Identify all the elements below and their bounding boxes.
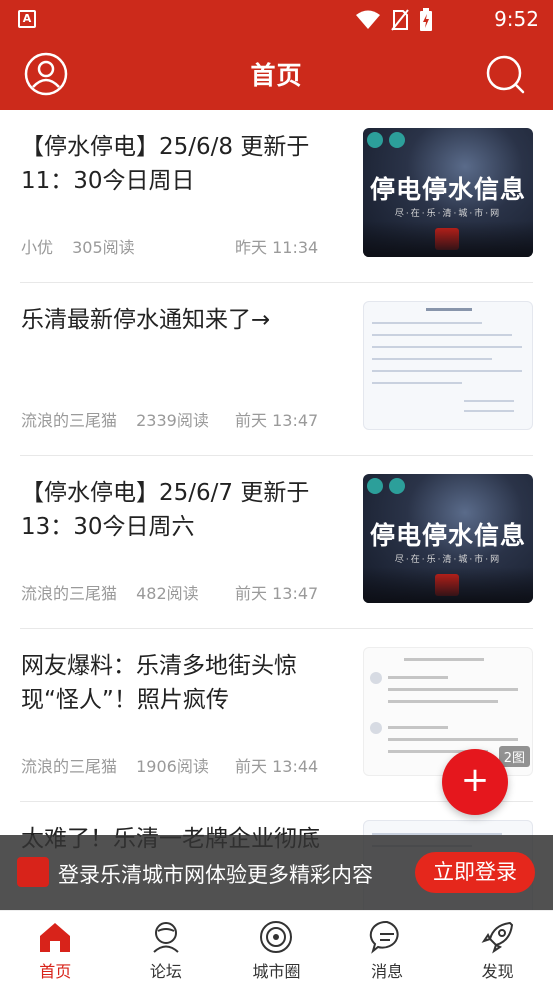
- status-icons: [355, 8, 433, 32]
- document-line: [372, 370, 522, 372]
- document-line: [372, 346, 522, 348]
- tab-city-circle[interactable]: 城市圈: [221, 911, 332, 983]
- page-title: 首页: [250, 61, 303, 90]
- city-circle-icon: [260, 921, 293, 953]
- bottom-tab-bar: 首页 论坛 城市圈 消息 发现: [0, 910, 553, 983]
- article-time: 前天 13:44: [235, 757, 319, 776]
- article-thumbnail: 停电停水信息 尽·在·乐·清·城·市·网: [363, 128, 533, 257]
- list-item[interactable]: 【停水停电】25/6/7 更新于13：30今日周六 流浪的三尾猫 482阅读 前…: [0, 456, 553, 629]
- chat-avatar: [370, 672, 382, 684]
- home-icon: [40, 923, 71, 952]
- tab-label: 消息: [371, 962, 404, 981]
- tab-label: 论坛: [149, 962, 182, 981]
- document-line: [372, 382, 462, 384]
- tab-label: 城市圈: [252, 962, 301, 981]
- tab-messages[interactable]: 消息: [332, 911, 443, 983]
- tab-label: 首页: [39, 962, 72, 981]
- chat-line: [388, 726, 448, 729]
- chat-line: [388, 676, 448, 679]
- partner-logos: [367, 132, 405, 148]
- article-meta: 流浪的三尾猫 2339阅读 前天 13:47: [21, 407, 318, 431]
- rocket-icon: [481, 921, 513, 954]
- tab-home[interactable]: 首页: [0, 911, 111, 983]
- top-app-bar: 首页: [0, 38, 553, 110]
- article-author: 流浪的三尾猫: [21, 584, 118, 603]
- login-prompt-text: 登录乐清城市网体验更多精彩内容: [58, 863, 373, 887]
- list-item[interactable]: 乐清最新停水通知来了→ 流浪的三尾猫 2339阅读 前天 13:47: [0, 283, 553, 456]
- app-logo-icon: [17, 857, 49, 887]
- article-title: 乐清最新停水通知来了→: [21, 307, 271, 333]
- skyline-image: [363, 567, 533, 603]
- article-title: 网友爆料：乐清多地街头惊现“怪人”！照片疯传: [21, 653, 297, 713]
- document-line: [372, 358, 492, 360]
- list-item[interactable]: 【停水停电】25/6/8 更新于11：30今日周日 小优 305阅读 昨天 11…: [0, 110, 553, 283]
- chat-line: [404, 658, 484, 661]
- chat-line: [388, 738, 518, 741]
- article-thumbnail: [363, 301, 533, 430]
- document-title-line: [426, 308, 472, 311]
- message-icon: [369, 920, 399, 954]
- document-line: [464, 400, 514, 402]
- tab-discover[interactable]: 发现: [442, 911, 553, 983]
- article-reads: 1906阅读: [136, 757, 209, 776]
- thumbnail-headline: 停电停水信息: [369, 175, 526, 204]
- article-author: 流浪的三尾猫: [21, 757, 118, 776]
- article-time: 前天 13:47: [235, 411, 319, 430]
- battery-charging-icon: [420, 8, 432, 31]
- document-line: [464, 410, 514, 412]
- login-prompt-bar: 登录乐清城市网体验更多精彩内容 立即登录: [0, 835, 553, 910]
- document-line: [372, 322, 482, 324]
- thumbnail-headline: 停电停水信息: [369, 521, 526, 550]
- partner-logos: [367, 478, 405, 494]
- login-button[interactable]: 立即登录: [415, 852, 535, 893]
- article-author: 流浪的三尾猫: [21, 411, 118, 430]
- article-time: 昨天 11:34: [235, 238, 319, 257]
- article-time: 前天 13:47: [235, 584, 319, 603]
- article-title: 【停水停电】25/6/8 更新于11：30今日周日: [21, 134, 310, 194]
- article-author: 小优: [21, 238, 54, 257]
- search-icon[interactable]: [485, 54, 525, 94]
- article-reads: 482阅读: [136, 584, 199, 603]
- article-reads: 305阅读: [72, 238, 135, 257]
- article-thumbnail: 停电停水信息 尽·在·乐·清·城·市·网: [363, 474, 533, 603]
- document-line: [372, 334, 512, 336]
- chat-line: [388, 688, 518, 691]
- wifi-icon: [356, 10, 380, 29]
- forum-icon: [153, 922, 179, 953]
- no-sim-icon: [391, 9, 409, 31]
- thumbnail-subtext: 尽·在·乐·清·城·市·网: [394, 555, 502, 565]
- article-reads: 2339阅读: [136, 411, 209, 430]
- tab-label: 发现: [481, 962, 514, 981]
- article-title: 【停水停电】25/6/7 更新于13：30今日周六: [21, 480, 310, 540]
- chat-line: [388, 700, 498, 703]
- image-count-badge: 2图: [498, 746, 530, 767]
- status-bar: A 9:52: [0, 0, 553, 38]
- article-meta: 流浪的三尾猫 1906阅读 前天 13:44: [21, 753, 318, 777]
- compose-fab[interactable]: +: [442, 749, 508, 815]
- article-meta: 流浪的三尾猫 482阅读 前天 13:47: [21, 580, 318, 604]
- article-thumbnail: 2图: [363, 647, 533, 776]
- thumbnail-subtext: 尽·在·乐·清·城·市·网: [394, 209, 502, 219]
- tab-forum[interactable]: 论坛: [111, 911, 222, 983]
- skyline-image: [363, 221, 533, 257]
- clock: 9:52: [494, 7, 539, 31]
- chat-avatar: [370, 722, 382, 734]
- article-meta: 小优 305阅读 昨天 11:34: [21, 234, 318, 258]
- app-notification-icon: A: [18, 10, 36, 28]
